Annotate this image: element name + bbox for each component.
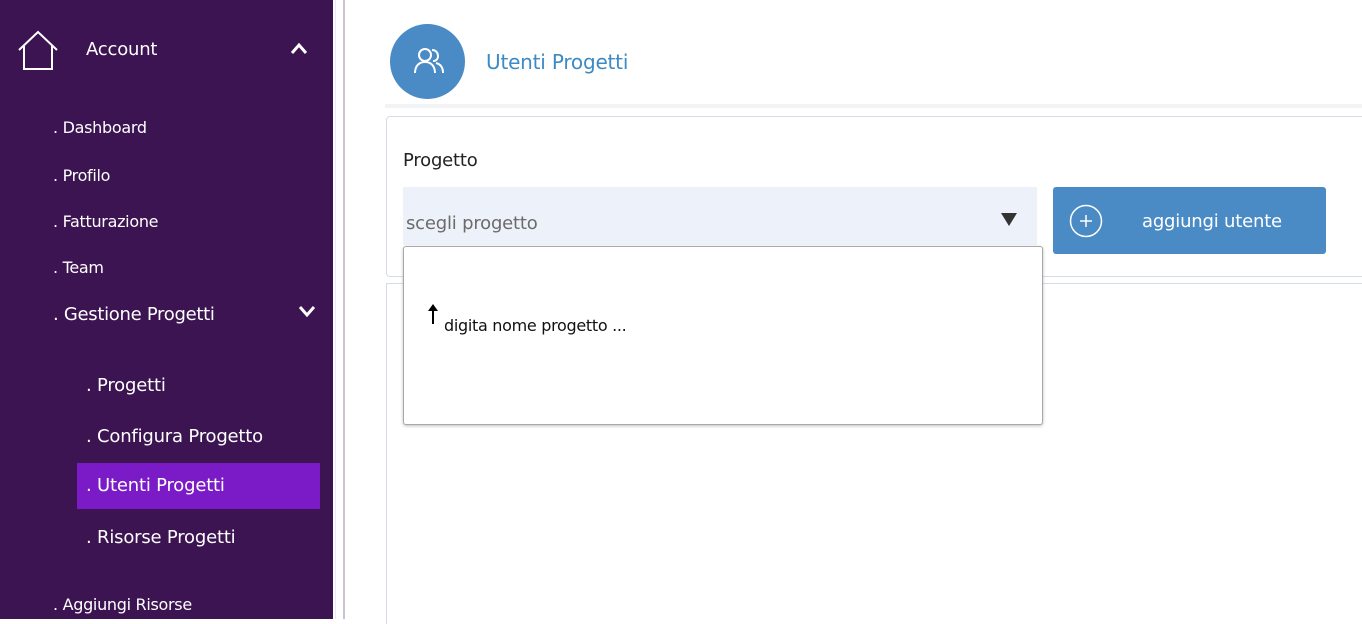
- sidebar-subitem-configura-progetto[interactable]: . Configura Progetto: [86, 426, 263, 447]
- add-user-button[interactable]: aggiungi utente: [1053, 187, 1326, 254]
- dropdown-hint: digita nome progetto ...: [444, 316, 627, 335]
- dropdown-arrow-icon[interactable]: [1001, 212, 1017, 226]
- home-icon: [18, 30, 58, 70]
- sidebar-item-fatturazione[interactable]: . Fatturazione: [53, 212, 159, 231]
- sidebar-subitem-risorse-progetti[interactable]: . Risorse Progetti: [86, 527, 236, 548]
- account-label: Account: [86, 39, 158, 60]
- project-dropdown[interactable]: digita nome progetto ...: [403, 246, 1043, 425]
- sidebar-divider: [343, 0, 345, 619]
- page-title: Utenti Progetti: [486, 50, 629, 74]
- sidebar-subitem-utenti-progetti[interactable]: . Utenti Progetti: [86, 475, 225, 496]
- sidebar-divider-light: [335, 0, 336, 619]
- sidebar: Account . Dashboard . Profilo . Fatturaz…: [0, 0, 333, 619]
- arrow-up-icon: [428, 304, 438, 324]
- users-icon: [414, 48, 444, 74]
- sidebar-item-dashboard[interactable]: . Dashboard: [53, 118, 147, 137]
- plus-circle-icon: [1069, 204, 1103, 238]
- sidebar-item-gestione-progetti[interactable]: . Gestione Progetti: [53, 304, 215, 325]
- add-user-button-label: aggiungi utente: [1142, 211, 1282, 232]
- header-icon-badge: [390, 24, 465, 99]
- chevron-down-icon[interactable]: [298, 304, 316, 318]
- sidebar-subitem-progetti[interactable]: . Progetti: [86, 375, 166, 396]
- sidebar-item-aggiungi-risorse[interactable]: . Aggiungi Risorse: [53, 595, 192, 614]
- chevron-up-icon[interactable]: [290, 41, 308, 55]
- project-select-value: scegli progetto: [406, 213, 538, 234]
- account-menu-toggle[interactable]: Account: [0, 20, 333, 80]
- page-header-shadow: [385, 104, 1362, 108]
- project-select[interactable]: scegli progetto: [403, 187, 1037, 245]
- sidebar-item-team[interactable]: . Team: [53, 258, 104, 277]
- project-field-label: Progetto: [403, 150, 478, 171]
- sidebar-item-profilo[interactable]: . Profilo: [53, 166, 110, 185]
